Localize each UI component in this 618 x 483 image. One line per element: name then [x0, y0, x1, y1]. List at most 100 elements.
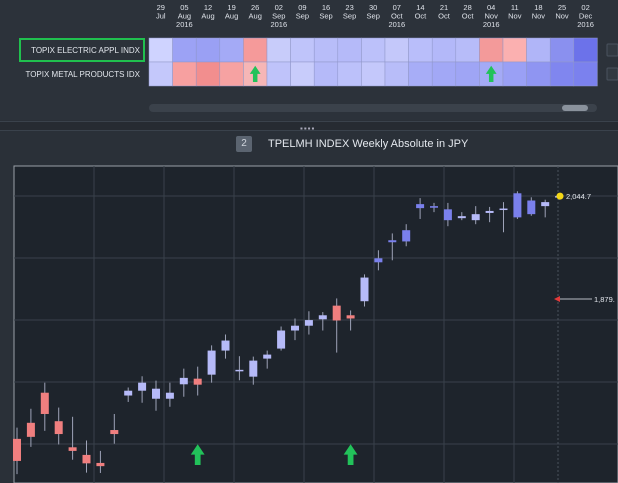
heatmap-cell[interactable] — [408, 61, 433, 87]
candle-body[interactable] — [457, 216, 466, 219]
heatmap-cell[interactable] — [219, 37, 244, 63]
heatmap-cell[interactable] — [172, 37, 197, 63]
heatmap-cell[interactable] — [455, 61, 480, 87]
candle-body[interactable] — [304, 320, 313, 326]
candle-body[interactable] — [165, 392, 174, 399]
heatmap-cell[interactable] — [384, 61, 409, 87]
candle-body[interactable] — [360, 277, 369, 302]
heatmap-cell[interactable] — [573, 61, 598, 87]
candle-body[interactable] — [235, 369, 244, 372]
heatmap-cell[interactable] — [195, 61, 221, 87]
candle-body[interactable] — [138, 382, 147, 391]
heatmap-cell[interactable] — [290, 37, 315, 63]
candle-body[interactable] — [96, 462, 105, 467]
heatmap-cell[interactable] — [195, 37, 221, 63]
candle-body[interactable] — [13, 438, 21, 461]
candle-body[interactable] — [277, 330, 286, 349]
heatmap-cell[interactable] — [361, 61, 386, 87]
candle-body[interactable] — [499, 208, 508, 211]
candle-body[interactable] — [541, 202, 550, 207]
heatmap-cell[interactable] — [361, 37, 386, 63]
column-date-label: 2016 — [577, 20, 594, 29]
heatmap-row-label[interactable]: TOPIX ELECTRIC APPL INDX — [31, 46, 141, 55]
candle-body[interactable] — [26, 422, 35, 437]
heatmap-cell[interactable] — [172, 61, 197, 87]
candle-body[interactable] — [402, 230, 411, 242]
horizontal-scrollbar-thumb[interactable] — [562, 105, 588, 111]
heatmap-cell[interactable] — [337, 37, 362, 63]
column-date-label: Aug — [249, 12, 262, 21]
last-price-marker-icon — [556, 192, 564, 200]
heatmap-cell[interactable] — [549, 61, 575, 87]
candle-body[interactable] — [193, 378, 202, 385]
candle-body[interactable] — [430, 206, 438, 208]
candle-body[interactable] — [54, 421, 63, 435]
heatmap-cell[interactable] — [455, 37, 480, 63]
candle-body[interactable] — [68, 447, 77, 451]
heatmap-cell[interactable] — [479, 37, 504, 63]
heatmap-cell[interactable] — [526, 37, 551, 63]
column-date-label: Oct — [462, 12, 475, 21]
candle-body[interactable] — [513, 193, 522, 218]
candle-body[interactable] — [152, 388, 160, 399]
price-chart[interactable]: 2,044.7 1,879. — [0, 158, 618, 483]
heatmap-cell[interactable] — [431, 37, 457, 63]
heatmap-panel: 29 Jul 05 Aug 2016 12 Aug 19 Aug 26 Aug 02 Sep 2016 09… — [0, 0, 618, 120]
candle-body[interactable] — [443, 209, 452, 221]
candle-body[interactable] — [374, 258, 383, 263]
candle-body[interactable] — [249, 360, 258, 377]
candle-body[interactable] — [318, 315, 327, 320]
heatmap-cell[interactable] — [384, 37, 409, 63]
column-date-label: 2016 — [483, 20, 500, 29]
candle-body[interactable] — [263, 354, 272, 359]
panel-splitter[interactable]: ▪▪▪▪ — [0, 121, 618, 133]
column-date-label: 2016 — [388, 20, 405, 29]
candle-body[interactable] — [221, 340, 230, 351]
heatmap-cell[interactable] — [313, 61, 339, 87]
row-options-button[interactable] — [606, 43, 618, 57]
column-date-label: Oct — [415, 12, 428, 21]
candle-body[interactable] — [332, 305, 341, 321]
column-date-label: Sep — [296, 12, 309, 21]
heatmap-cell[interactable] — [337, 61, 362, 87]
row-options-button[interactable] — [606, 67, 618, 81]
heatmap-cell[interactable] — [549, 37, 575, 63]
heatmap-cell[interactable] — [502, 37, 527, 63]
heatmap-cell[interactable] — [266, 37, 291, 63]
candle-body[interactable] — [207, 350, 216, 375]
candle-body[interactable] — [471, 214, 480, 221]
column-date-label: Nov — [555, 12, 569, 21]
candle-body[interactable] — [416, 204, 425, 209]
candle-body[interactable] — [179, 377, 188, 385]
candle-body[interactable] — [485, 210, 494, 213]
heatmap-cell[interactable] — [573, 37, 598, 63]
heatmap-cell[interactable] — [266, 61, 291, 87]
heatmap-cell[interactable] — [502, 61, 527, 87]
heatmap-cell[interactable] — [526, 61, 551, 87]
candle-body[interactable] — [82, 454, 91, 464]
candle-body[interactable] — [527, 200, 536, 215]
candle-body[interactable] — [40, 392, 49, 414]
heatmap-cell[interactable] — [219, 61, 244, 87]
heatmap-cell[interactable] — [148, 37, 173, 63]
last-price-label: 2,044.7 — [566, 192, 591, 201]
heatmap-cell[interactable] — [290, 61, 315, 87]
column-date-label: Nov — [508, 12, 522, 21]
column-date-label: Aug — [225, 12, 238, 21]
heatmap-cell[interactable] — [431, 61, 457, 87]
heatmap-row-label[interactable]: TOPIX METAL PRODUCTS IDX — [25, 70, 140, 79]
heatmap-cell[interactable] — [148, 61, 173, 87]
candle-body[interactable] — [388, 240, 397, 243]
column-date-label: 2016 — [270, 20, 287, 29]
candle-body[interactable] — [291, 325, 299, 331]
price-chart-panel: 2,044.7 1,879. — [0, 158, 618, 483]
heatmap-cell[interactable] — [243, 37, 268, 63]
horizontal-scrollbar-track[interactable] — [149, 104, 597, 112]
candle-body[interactable] — [346, 315, 355, 319]
heatmap-cell[interactable] — [313, 37, 339, 63]
chart-number-badge[interactable]: 2 — [236, 136, 252, 152]
candle-body[interactable] — [110, 430, 119, 435]
candle-body[interactable] — [124, 390, 133, 396]
column-date-label: Oct — [438, 12, 451, 21]
heatmap-cell[interactable] — [408, 37, 433, 63]
